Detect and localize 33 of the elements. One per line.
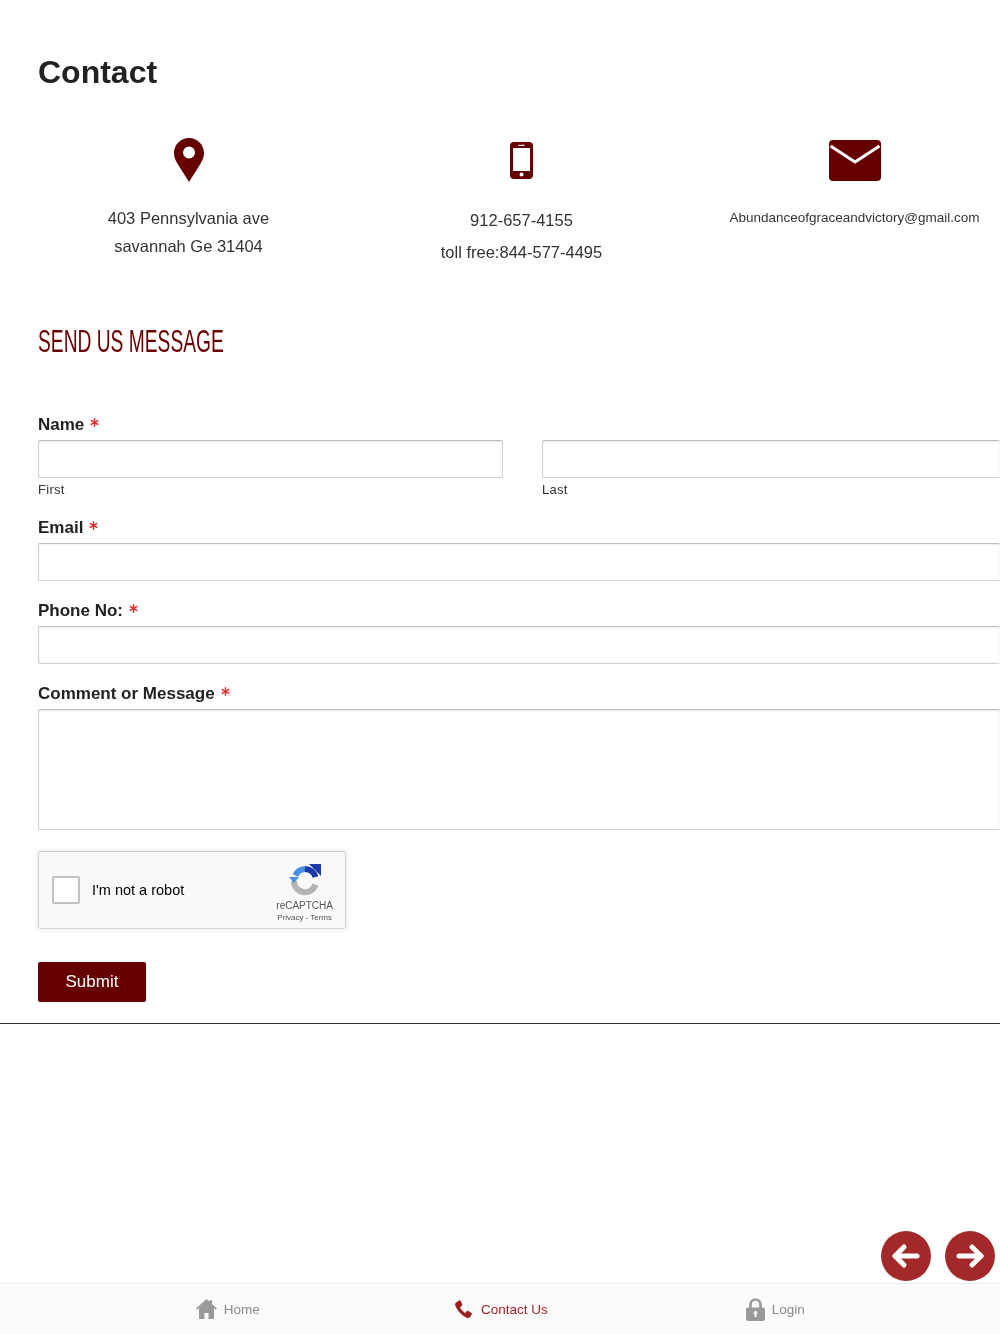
input-field[interactable] — [542, 440, 1000, 478]
email-address: Abundanceofgraceandvictory@gmail.com — [729, 209, 980, 227]
textarea-field[interactable] — [38, 709, 1000, 830]
input-field[interactable] — [38, 440, 503, 478]
phone-number: 912-657-4155 — [470, 210, 573, 231]
map-pin-icon — [173, 138, 204, 182]
page-title: Contact — [38, 53, 158, 92]
home-icon — [195, 1299, 217, 1319]
field-label: Name — [38, 415, 85, 435]
mobile-phone-icon — [510, 141, 533, 179]
captcha-link[interactable]: Terms — [310, 911, 332, 923]
submit-button[interactable]: Submit — [38, 962, 146, 1002]
captcha-link[interactable]: Privacy — [277, 911, 304, 923]
address-line: 403 Pennsylvania ave — [107, 208, 270, 229]
captcha-brand: reCAPTCHA — [276, 899, 333, 912]
field-label: Comment or Message — [38, 684, 215, 704]
phone-number: toll free:844-577-4495 — [440, 242, 603, 263]
captcha-checkbox[interactable] — [52, 876, 80, 904]
circular-arrows-logo-icon — [288, 863, 321, 896]
input-field[interactable] — [38, 543, 1000, 581]
captcha-label: I'm not a robot — [92, 882, 186, 898]
field-sublabel: First — [38, 482, 65, 498]
link-separator: - — [305, 911, 309, 923]
phone-handset-icon — [455, 1300, 475, 1318]
envelope-icon — [828, 139, 881, 181]
field-label: Phone No: — [38, 601, 123, 621]
input-field[interactable] — [38, 626, 1000, 664]
padlock-icon — [745, 1297, 765, 1321]
field-label: Email — [38, 518, 84, 538]
address-line: savannah Ge 31404 — [114, 236, 263, 257]
field-sublabel: Last — [542, 482, 568, 498]
form-heading: SEND US MESSAGE — [38, 324, 224, 360]
nav-item[interactable]: Contact Us — [455, 1300, 548, 1318]
